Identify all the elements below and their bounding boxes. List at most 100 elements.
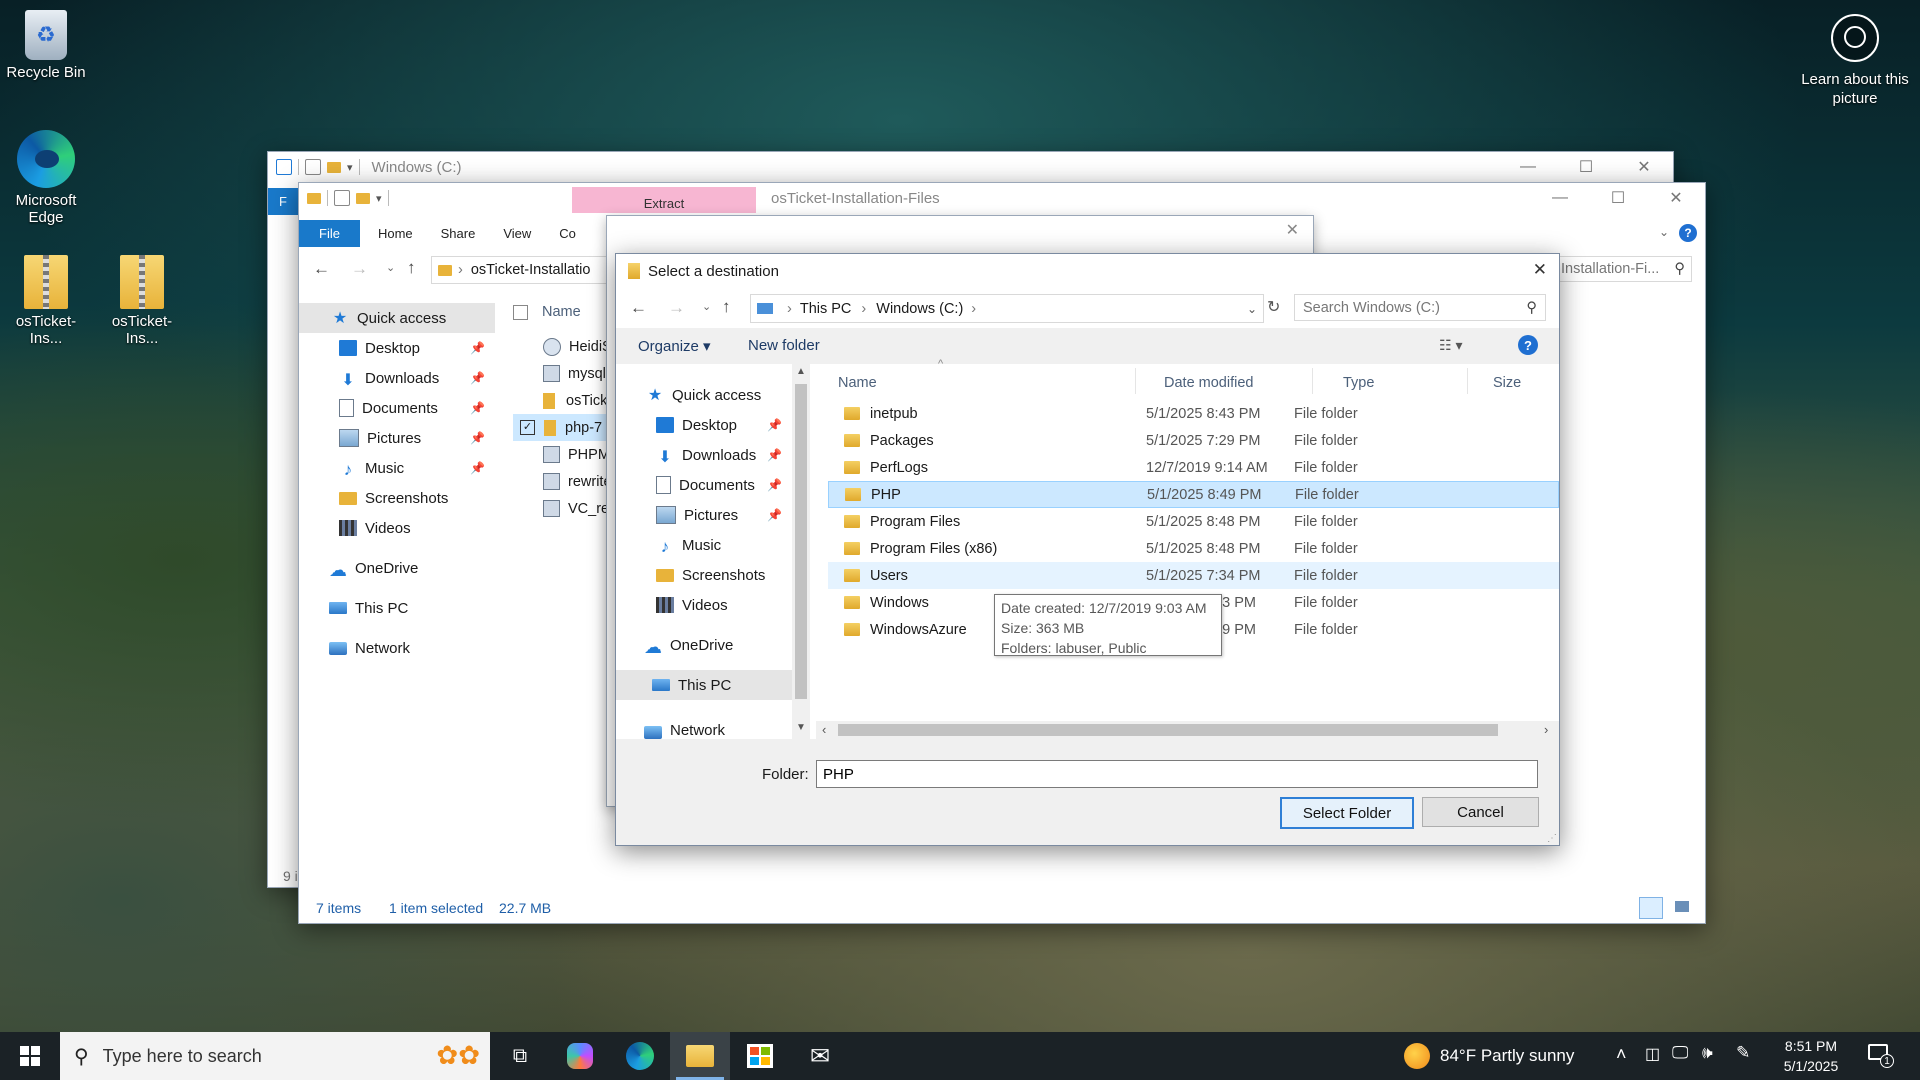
- details-view-icon[interactable]: [1639, 897, 1663, 919]
- scroll-right-icon[interactable]: ›: [1544, 722, 1548, 737]
- folder-row[interactable]: inetpub 5/1/2025 8:43 PM File folder: [816, 400, 1559, 427]
- nav-pictures[interactable]: Pictures 📌: [299, 423, 495, 453]
- recent-chevron-icon[interactable]: ⌄: [702, 300, 711, 313]
- pin-icon[interactable]: 📌: [470, 341, 485, 355]
- store-taskbar-button[interactable]: [730, 1032, 790, 1080]
- row-checkbox[interactable]: ✓: [520, 420, 535, 435]
- nav-music[interactable]: ♪ Music 📌: [299, 453, 495, 483]
- chevron-up-icon[interactable]: ˄: [1616, 1044, 1627, 1065]
- tab-share[interactable]: Share: [427, 220, 490, 247]
- chevron-down-icon[interactable]: ▾: [347, 161, 353, 174]
- column-header-type[interactable]: Type: [1343, 375, 1374, 391]
- ribbon-expand-icon[interactable]: ⌄: [1659, 225, 1669, 239]
- folder-input[interactable]: [816, 760, 1538, 788]
- nav-network[interactable]: Network: [616, 710, 792, 739]
- breadcrumb-this-pc[interactable]: This PC: [800, 301, 852, 317]
- folder-row-hover[interactable]: Users 5/1/2025 7:34 PM File folder: [828, 562, 1559, 589]
- nav-screenshots[interactable]: Screenshots: [299, 483, 495, 513]
- nav-desktop[interactable]: Desktop 📌: [299, 333, 495, 363]
- help-icon[interactable]: ?: [1679, 224, 1697, 242]
- network-icon[interactable]: 🖵: [1672, 1043, 1688, 1063]
- nav-documents[interactable]: Documents 📌: [299, 393, 495, 423]
- task-view-button[interactable]: ⧉: [490, 1032, 550, 1080]
- column-header-date[interactable]: Date modified: [1164, 375, 1253, 391]
- refresh-icon[interactable]: ↻: [1267, 297, 1280, 317]
- volume-icon[interactable]: 🕪: [1702, 1043, 1713, 1063]
- taskbar-search-box[interactable]: ⚲ Type here to search ✿✿: [60, 1032, 490, 1080]
- desktop-icon-edge[interactable]: Microsoft Edge: [0, 130, 92, 226]
- extract-contextual-tab[interactable]: Extract: [572, 187, 756, 213]
- large-icons-view-icon[interactable]: [1671, 897, 1693, 917]
- nav-documents[interactable]: Documents 📌: [616, 470, 792, 500]
- folder-row[interactable]: Program Files 5/1/2025 8:48 PM File folder: [816, 508, 1559, 535]
- meet-now-icon[interactable]: ◫: [1645, 1044, 1660, 1064]
- dialog-titlebar[interactable]: Select a destination ✕: [616, 254, 1559, 288]
- dialog-breadcrumb[interactable]: › This PC › Windows (C:) › ⌄: [750, 294, 1264, 323]
- folder-row[interactable]: Program Files (x86) 5/1/2025 8:48 PM File …: [816, 535, 1559, 562]
- pen-icon[interactable]: ✎: [1736, 1043, 1750, 1063]
- new-folder-icon[interactable]: [327, 161, 341, 173]
- folder-row[interactable]: Packages 5/1/2025 7:29 PM File folder: [816, 427, 1559, 454]
- organize-button[interactable]: Organize ▾: [638, 337, 711, 355]
- select-folder-button[interactable]: Select Folder: [1280, 797, 1414, 829]
- nav-scroll-thumb[interactable]: [795, 384, 807, 699]
- up-arrow-icon[interactable]: ↑: [722, 297, 731, 317]
- nav-this-pc[interactable]: This PC: [299, 593, 495, 623]
- folder-row-selected[interactable]: PHP 5/1/2025 8:49 PM File folder: [828, 481, 1559, 508]
- column-header-name[interactable]: Name: [838, 375, 877, 391]
- h-scroll-thumb[interactable]: [838, 724, 1498, 736]
- scroll-up-icon[interactable]: ▲: [796, 366, 806, 377]
- dialog-search-box[interactable]: Search Windows (C:) ⚲: [1294, 294, 1546, 321]
- pin-icon[interactable]: 📌: [470, 431, 485, 445]
- new-folder-button[interactable]: New folder: [748, 337, 820, 354]
- recent-chevron-icon[interactable]: ⌄: [386, 261, 395, 274]
- properties-icon[interactable]: [334, 190, 350, 206]
- horizontal-scrollbar[interactable]: ‹ ›: [816, 721, 1559, 739]
- start-button[interactable]: [0, 1032, 60, 1080]
- up-arrow-icon[interactable]: ↑: [407, 258, 416, 278]
- desktop-icon-recycle-bin[interactable]: Recycle Bin: [0, 10, 92, 81]
- cancel-button[interactable]: Cancel: [1422, 797, 1539, 827]
- tab-view[interactable]: View: [489, 220, 545, 247]
- back-window-titlebar[interactable]: ▾ Windows (C:) — ☐ ✕: [268, 152, 1673, 182]
- select-all-checkbox[interactable]: [513, 304, 528, 320]
- breadcrumb-windows-c[interactable]: Windows (C:): [876, 301, 963, 317]
- desktop-icon-osticket-2[interactable]: osTicket-Ins...: [96, 255, 188, 347]
- close-icon[interactable]: ✕: [1286, 220, 1299, 240]
- back-arrow-icon[interactable]: ←: [313, 259, 330, 279]
- pin-icon[interactable]: 📌: [767, 478, 782, 492]
- clock[interactable]: 8:51 PM 5/1/2025: [1768, 1036, 1854, 1076]
- minimize-button[interactable]: —: [1499, 152, 1557, 182]
- close-button[interactable]: ✕: [1615, 152, 1673, 182]
- nav-screenshots[interactable]: Screenshots: [616, 560, 792, 590]
- pin-icon[interactable]: 📌: [767, 448, 782, 462]
- desktop-icon-osticket-1[interactable]: osTicket-Ins...: [0, 255, 92, 347]
- nav-desktop[interactable]: Desktop 📌: [616, 410, 792, 440]
- view-options-icon[interactable]: ☷ ▾: [1439, 337, 1462, 354]
- nav-onedrive[interactable]: ☁ OneDrive: [616, 630, 792, 660]
- explorer-titlebar[interactable]: ▾ Extract osTicket-Installation-Files — …: [299, 183, 1705, 213]
- new-folder-icon[interactable]: [356, 192, 370, 204]
- file-row[interactable]: osTick: [543, 387, 607, 414]
- file-row[interactable]: VC_re: [543, 495, 609, 522]
- pin-icon[interactable]: 📌: [767, 418, 782, 432]
- nav-downloads[interactable]: ⬇ Downloads 📌: [616, 440, 792, 470]
- properties-icon[interactable]: [305, 159, 321, 175]
- pin-icon[interactable]: 📌: [470, 401, 485, 415]
- pin-icon[interactable]: 📌: [767, 508, 782, 522]
- nav-this-pc[interactable]: This PC: [616, 670, 792, 700]
- scroll-down-icon[interactable]: ▼: [796, 722, 806, 733]
- back-arrow-icon[interactable]: ←: [630, 298, 647, 318]
- file-row[interactable]: rewrite: [543, 468, 612, 495]
- forward-arrow-icon[interactable]: →: [668, 298, 685, 318]
- file-row[interactable]: PHPM: [543, 441, 610, 468]
- nav-onedrive[interactable]: ☁ OneDrive: [299, 553, 495, 583]
- maximize-button[interactable]: ☐: [1589, 183, 1647, 213]
- address-dropdown-icon[interactable]: ⌄: [1247, 302, 1257, 316]
- tab-home[interactable]: Home: [360, 220, 427, 247]
- pin-icon[interactable]: 📌: [470, 461, 485, 475]
- close-icon[interactable]: ✕: [1533, 260, 1547, 280]
- nav-videos[interactable]: Videos: [299, 513, 495, 543]
- minimize-button[interactable]: —: [1531, 183, 1589, 213]
- back-window-file-tab[interactable]: F: [268, 188, 298, 215]
